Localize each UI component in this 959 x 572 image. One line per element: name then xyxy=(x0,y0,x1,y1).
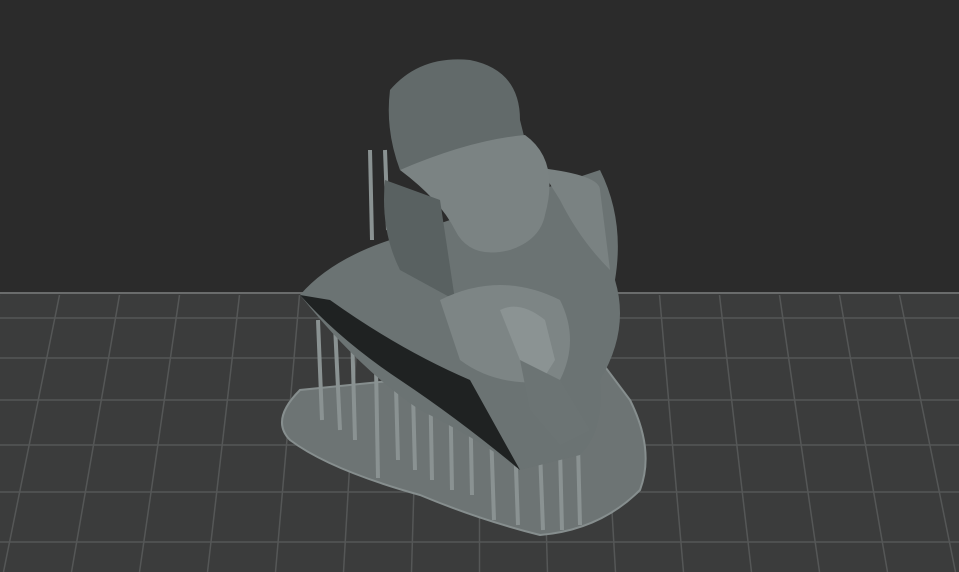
scene xyxy=(0,0,959,572)
3d-viewport[interactable] xyxy=(0,0,959,572)
